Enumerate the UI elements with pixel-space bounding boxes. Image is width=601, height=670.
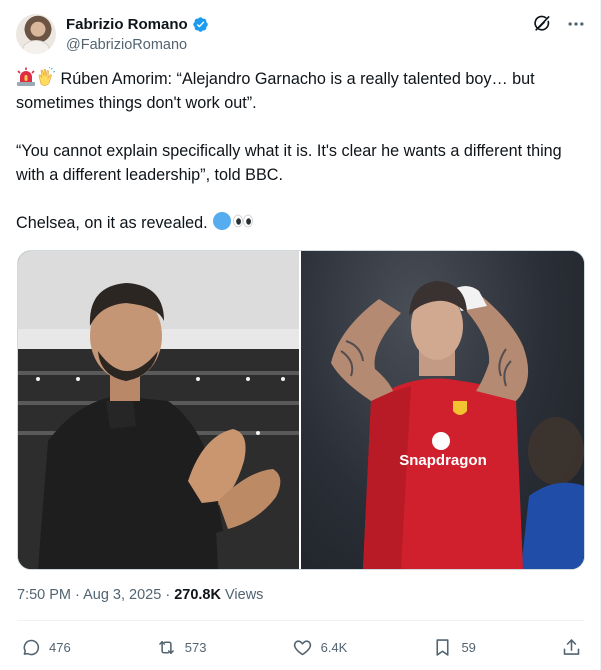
more-icon[interactable] (566, 14, 586, 34)
player-illustration: Snapdragon (331, 281, 584, 569)
like-button[interactable]: 6.4K (292, 637, 348, 658)
photo-manager-applauding[interactable] (18, 251, 301, 569)
divider (17, 620, 584, 621)
reply-button[interactable]: 476 (20, 637, 71, 658)
reply-icon (23, 639, 40, 655)
repost-count: 573 (184, 639, 207, 655)
clapping-hands-emoji-icon (38, 67, 56, 86)
manager-illustration (18, 251, 299, 569)
share-button[interactable] (561, 637, 582, 658)
display-name[interactable]: Fabrizio Romano (66, 15, 188, 34)
tweet-paragraph-1: Rúben Amorim: “Alejandro Garnacho is a r… (16, 70, 535, 112)
views-label: Views (225, 587, 264, 603)
bookmark-count: 59 (461, 639, 476, 655)
tweet-card: Fabrizio Romano @FabrizioRomano Rúben Am… (0, 0, 601, 670)
tweet-paragraph-2: “You cannot explain specifically what it… (16, 142, 562, 184)
tweet-paragraph-3: Chelsea, on it as revealed. (16, 214, 208, 232)
grok-icon[interactable] (532, 14, 552, 34)
shirt-sponsor-text: Snapdragon (399, 452, 487, 469)
media-grid[interactable]: Snapdragon (17, 250, 585, 570)
tweet-header: Fabrizio Romano @FabrizioRomano (16, 12, 586, 56)
photo-player-hands-on-head[interactable]: Snapdragon (301, 251, 584, 569)
author-info: Fabrizio Romano @FabrizioRomano (66, 15, 209, 55)
action-bar: 476 573 6.4K 59 (20, 634, 582, 660)
bookmark-icon (436, 638, 449, 656)
tweet-time[interactable]: 7:50 PM (17, 587, 71, 603)
like-count: 6.4K (320, 639, 348, 655)
share-icon (563, 638, 580, 655)
repost-button[interactable]: 573 (156, 637, 207, 658)
tweet-text: Rúben Amorim: “Alejandro Garnacho is a r… (16, 67, 586, 235)
tweet-date[interactable]: Aug 3, 2025 (83, 587, 161, 603)
bookmark-button[interactable]: 59 (432, 637, 476, 658)
avatar[interactable] (16, 14, 56, 54)
reply-count: 476 (49, 639, 71, 655)
blue-circle-emoji-icon (213, 212, 232, 230)
heart-icon (293, 639, 311, 655)
author-handle[interactable]: @FabrizioRomano (66, 35, 209, 55)
views-count[interactable]: 270.8K (174, 587, 221, 603)
siren-emoji-icon (17, 67, 35, 86)
repost-icon (158, 640, 174, 654)
meta-separator: · (161, 587, 175, 603)
tweet-meta: 7:50 PM · Aug 3, 2025 · 270.8K Views (17, 585, 263, 605)
eyes-emoji-icon (233, 214, 254, 228)
meta-separator: · (71, 587, 84, 603)
verified-badge-icon (192, 17, 208, 32)
